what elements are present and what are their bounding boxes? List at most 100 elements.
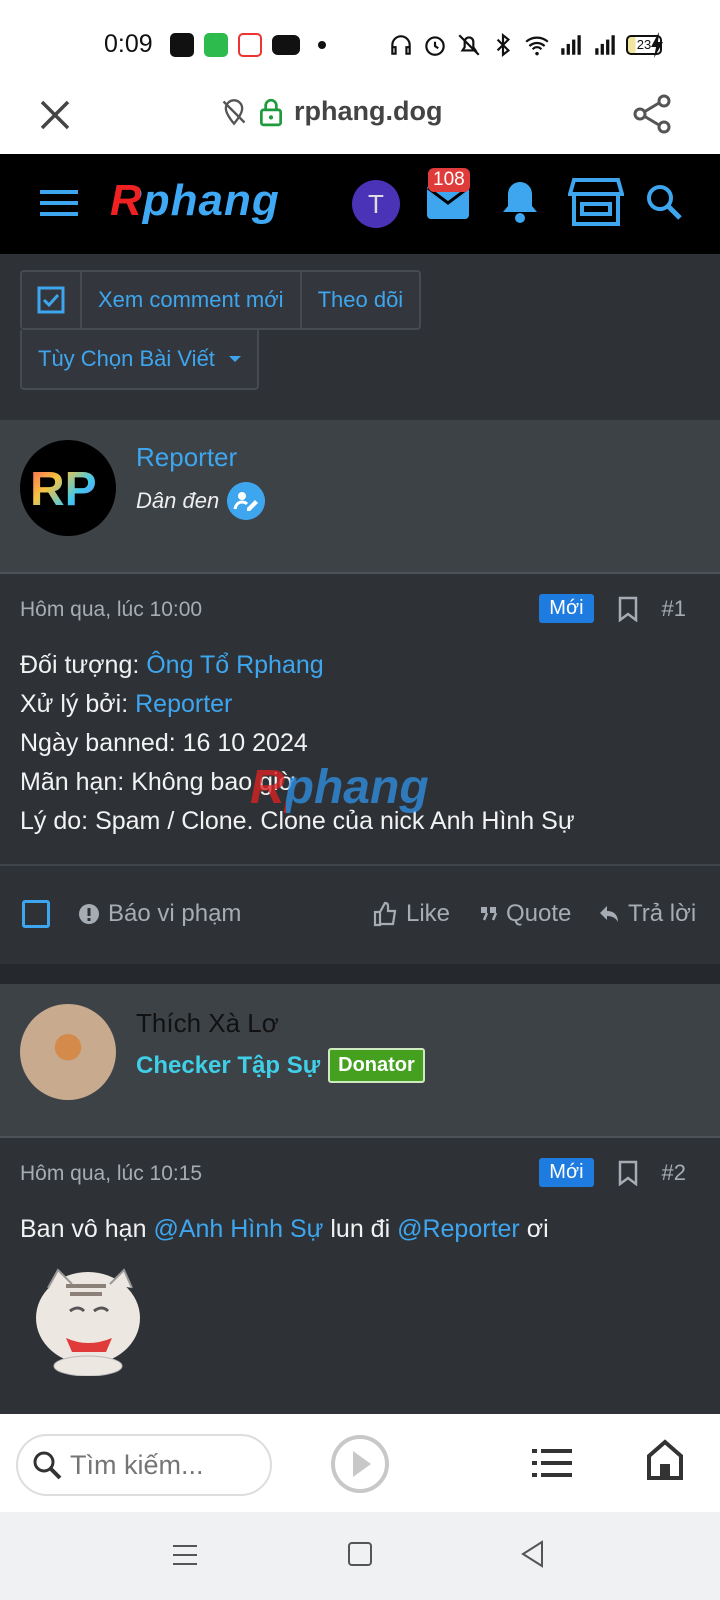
site-logo[interactable]: Rphang [110,176,280,226]
content-line: Xử lý bởi: Reporter [20,685,575,724]
thread-actions: Xem comment mới Theo dõi Tùy Chọn Bài Vi… [0,254,720,420]
checkbox-icon [37,286,65,314]
new-badge: Mới [539,594,594,623]
report-button[interactable]: Báo vi phạm [78,900,241,928]
user-title-text: Checker Tập Sự [136,1051,321,1079]
thumbs-up-icon [373,901,397,927]
report-label: Báo vi phạm [108,900,242,927]
line-label: Lý do: [20,807,96,835]
back-icon[interactable] [520,1540,546,1568]
notification-icons [170,33,326,57]
chevron-down-icon [228,356,241,362]
post-actions-bar: Báo vi phạm Like Quote Trả lời [0,864,720,964]
reply-icon [600,906,618,922]
lock-icon [260,98,282,126]
post-separator [0,964,720,984]
status-bar: 0:09 23 [0,0,720,84]
address-field[interactable]: rphang.dog [220,96,442,127]
mail-count-badge: 108 [428,168,470,192]
mention-link[interactable]: Reporter [135,690,232,718]
search-icon [33,1451,62,1480]
post-time[interactable]: Hôm qua, lúc 10:15 [20,1162,202,1186]
browser-bottom-bar [0,1414,720,1512]
bell-icon[interactable] [500,178,540,224]
avatar-initials: RP [30,463,97,516]
mention-link[interactable]: @Reporter [397,1215,520,1243]
url-domain: rphang.dog [294,96,443,126]
post-number[interactable]: #2 [662,1160,686,1186]
like-label: Like [406,900,451,927]
close-icon[interactable] [38,98,72,132]
play-icon[interactable] [330,1434,390,1494]
line-label: Xử lý bởi: [20,690,136,718]
username-link[interactable]: Reporter [136,442,237,473]
app-notification-icon [204,33,228,57]
search-box[interactable] [16,1434,272,1496]
reply-button[interactable]: Trả lời [598,900,696,928]
bluetooth-icon [496,32,511,58]
content-line: Đối tượng: Ông Tổ Rphang [20,646,575,685]
search-input[interactable] [70,1449,250,1481]
user-avatar[interactable]: T [352,180,400,228]
content-text: ơi [519,1215,549,1243]
watch-new-comments-button[interactable]: Xem comment mới [82,272,302,328]
avatar[interactable] [20,1004,116,1100]
line-value: 16 10 2024 [182,729,308,757]
more-notifications-dot [318,41,326,49]
recent-apps-icon[interactable] [172,1542,198,1568]
alarm-icon [425,36,445,56]
content-text: Ban vô hạn [20,1215,154,1243]
signal-icon [595,35,615,55]
post-number[interactable]: #1 [662,596,686,622]
post-meta: Mới #1 [539,594,686,623]
user-title: Dân đen [136,482,266,520]
post-author-header: RP Reporter Dân đen [0,420,720,574]
home-button[interactable] [348,1542,372,1566]
quote-label: Quote [506,900,572,927]
alert-icon [79,904,99,924]
new-badge: Mới [539,1158,594,1187]
list-icon[interactable] [532,1446,572,1480]
reply-label: Trả lời [628,900,697,927]
follow-button[interactable]: Theo dõi [302,272,420,328]
menu-icon[interactable] [40,188,78,218]
content-text: lun đi [323,1215,398,1243]
site-watermark: Rphang [250,761,429,814]
store-icon[interactable] [568,176,624,228]
line-label: Đối tượng: [20,651,147,679]
status-time: 0:09 [104,30,153,58]
donator-banner: Donator [328,1048,425,1083]
post-options-label: Tùy Chọn Bài Viết [38,346,215,371]
user-title-text: Dân đen [136,488,220,513]
app-notification-icon [170,33,194,57]
post-time[interactable]: Hôm qua, lúc 10:00 [20,598,202,622]
home-icon[interactable] [646,1438,684,1480]
mention-link[interactable]: Ông Tổ Rphang [146,651,323,679]
post-body: Hôm qua, lúc 10:00 Mới #1 Đối tượng: Ông… [0,574,720,864]
post-meta: Mới #2 [539,1158,686,1187]
headphones-icon [391,35,411,55]
avatar[interactable]: RP [20,440,116,536]
signal-icon [561,35,581,55]
system-icons: 23 [388,32,662,58]
select-checkbox-button[interactable] [22,272,82,328]
username-link[interactable]: Thích Xà Lơ [136,1008,279,1039]
browser-url-bar: rphang.dog [0,84,720,154]
select-post-checkbox[interactable] [22,900,50,928]
bookmark-icon[interactable] [618,596,638,622]
like-button[interactable]: Like [372,900,450,928]
cat-sticker-image [36,1268,140,1376]
site-header: Rphang T 108 [0,154,720,254]
tiktok-icon [238,33,262,57]
bookmark-icon[interactable] [618,1160,638,1186]
search-icon[interactable] [644,182,684,222]
tracking-off-icon [222,98,246,125]
system-navigation-bar [0,1512,720,1600]
post-content: Ban vô hạn @Anh Hình Sự lun đi @Reporter… [20,1210,549,1249]
share-icon[interactable] [632,94,672,134]
line-label: Mãn hạn: [20,768,132,796]
mute-icon [458,34,480,56]
mention-link[interactable]: @Anh Hình Sự [153,1215,323,1243]
post-options-dropdown[interactable]: Tùy Chọn Bài Viết [20,330,259,390]
quote-button[interactable]: Quote [480,900,571,928]
